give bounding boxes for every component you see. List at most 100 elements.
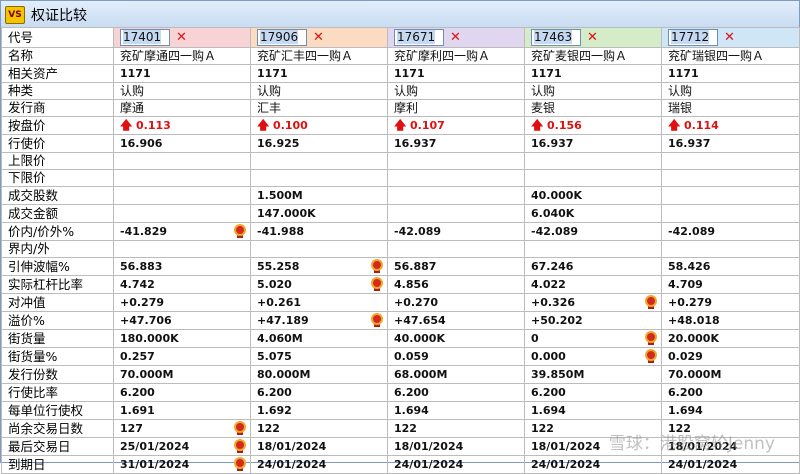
- ribbon-ring: [371, 259, 383, 271]
- code-input[interactable]: 17463: [531, 29, 581, 46]
- table-cell: 摩利: [387, 99, 525, 117]
- close-icon[interactable]: ✕: [176, 30, 187, 46]
- table-cell: -41.829: [113, 222, 251, 241]
- cell-value: 4.060M: [257, 332, 303, 345]
- cell-value: +0.279: [120, 296, 165, 309]
- award-ribbon-icon: [234, 421, 246, 435]
- table-cell: 24/01/2024: [250, 455, 388, 474]
- table-cell: -42.089: [387, 222, 525, 241]
- award-ribbon-icon: [234, 457, 246, 471]
- table-row: 成交金额 147.000K 6.040K: [1, 204, 800, 223]
- table-cell: -41.988: [250, 222, 388, 241]
- ribbon-ring: [645, 331, 657, 343]
- code-cell-2: 17906 ✕: [250, 27, 388, 48]
- table-cell: 4.856: [387, 275, 525, 294]
- cell-value: 68.000M: [394, 368, 448, 381]
- up-arrow-icon: 🡅: [531, 118, 544, 132]
- close-icon[interactable]: ✕: [450, 30, 461, 46]
- cell-value: 0.114: [684, 119, 719, 132]
- table-row: 溢价% +47.706 +47.189 +47.654 +50.202 +48.018: [1, 311, 800, 330]
- cell-value: 0.257: [120, 350, 155, 363]
- code-cell-4: 17463 ✕: [524, 27, 662, 48]
- cell-value: +0.270: [394, 296, 439, 309]
- table-row: 成交股数 1.500M 40.000K: [1, 186, 800, 205]
- table-cell: [524, 169, 662, 187]
- table-cell: 6.040K: [524, 204, 662, 223]
- table-cell: 55.258: [250, 257, 388, 276]
- code-input-value: 17463: [534, 30, 573, 44]
- code-input[interactable]: 17671: [394, 29, 444, 46]
- cell-value: 31/01/2024: [120, 458, 190, 471]
- table-cell: +0.270: [387, 293, 525, 312]
- row-label: 发行份数: [1, 365, 114, 384]
- table-cell: 🡅 0.107: [387, 116, 525, 135]
- cell-value: 5.020: [257, 278, 292, 291]
- table-cell: [387, 152, 525, 170]
- row-label: 上限价: [1, 152, 114, 170]
- table-cell: -42.089: [661, 222, 800, 241]
- table-cell: 122: [250, 419, 388, 438]
- compare-table: 代号 17401 ✕ 17906 ✕ 17671 ✕ 17463 ✕ 17712 ✕ 名称 兖矿摩通四一…: [1, 27, 800, 474]
- row-label: 种类: [1, 82, 114, 100]
- table-cell: 认购: [524, 82, 662, 100]
- ribbon-ring: [234, 457, 246, 469]
- close-icon[interactable]: ✕: [724, 30, 735, 46]
- cell-value: 1.691: [120, 404, 155, 417]
- up-arrow-icon: 🡅: [668, 118, 681, 132]
- cell-value: 24/01/2024: [257, 458, 327, 471]
- table-cell: +0.261: [250, 293, 388, 312]
- cell-value: 80.000M: [257, 368, 311, 381]
- cell-value: 16.906: [120, 137, 163, 150]
- cell-value: 55.258: [257, 260, 300, 273]
- table-cell: 6.200: [524, 383, 662, 402]
- cell-value: 122: [394, 422, 417, 435]
- header-label: 代号: [1, 27, 114, 48]
- close-icon[interactable]: ✕: [587, 30, 598, 46]
- table-cell: 1.692: [250, 401, 388, 420]
- table-cell: 127: [113, 419, 251, 438]
- row-label: 名称: [1, 47, 114, 65]
- ribbon-ring: [234, 421, 246, 433]
- table-row: 每单位行使权 1.691 1.692 1.694 1.694 1.694: [1, 401, 800, 420]
- row-label: 成交金额: [1, 204, 114, 223]
- table-cell: +47.706: [113, 311, 251, 330]
- code-input-value: 17906: [260, 30, 299, 44]
- close-icon[interactable]: ✕: [313, 30, 324, 46]
- table-cell: [250, 152, 388, 170]
- table-cell: 16.937: [661, 134, 800, 153]
- table-row: 发行商 摩通 汇丰 摩利 麦银 瑞银: [1, 99, 800, 117]
- table-cell: 汇丰: [250, 99, 388, 117]
- code-input[interactable]: 17401: [120, 29, 170, 46]
- table-cell: 122: [387, 419, 525, 438]
- code-input[interactable]: 17906: [257, 29, 307, 46]
- code-input[interactable]: 17712: [668, 29, 718, 46]
- table-cell: 6.200: [250, 383, 388, 402]
- ribbon-ring: [645, 349, 657, 361]
- cell-value: 兖矿麦银四一购Ａ: [531, 49, 628, 63]
- table-cell: 68.000M: [387, 365, 525, 384]
- code-cell-5: 17712 ✕: [661, 27, 800, 48]
- cell-value: -42.089: [394, 225, 442, 238]
- table-row: 种类 认购 认购 认购 认购 认购: [1, 82, 800, 100]
- table-cell: 0.257: [113, 347, 251, 366]
- cell-value: 70.000M: [668, 368, 722, 381]
- cell-value: 6.200: [668, 386, 703, 399]
- cell-value: +47.654: [394, 314, 446, 327]
- table-cell: 24/01/2024: [661, 455, 800, 474]
- cell-value: 认购: [668, 84, 693, 98]
- cell-value: 24/01/2024: [531, 458, 601, 471]
- table-cell: 0.059: [387, 347, 525, 366]
- cell-value: 认购: [257, 84, 282, 98]
- cell-value: 瑞银: [668, 101, 693, 115]
- table-cell: 1171: [661, 64, 800, 83]
- table-row: 街货量 180.000K 4.060M 40.000K 0 20.000K: [1, 329, 800, 348]
- table-cell: 1.500M: [250, 186, 388, 205]
- cell-value: +47.189: [257, 314, 309, 327]
- ribbon-ring: [371, 277, 383, 289]
- table-cell: 24/01/2024: [387, 455, 525, 474]
- table-cell: 70.000M: [113, 365, 251, 384]
- table-row: 上限价: [1, 152, 800, 170]
- table-cell: [113, 240, 251, 258]
- cell-value: 180.000K: [120, 332, 179, 345]
- cell-value: 39.850M: [531, 368, 585, 381]
